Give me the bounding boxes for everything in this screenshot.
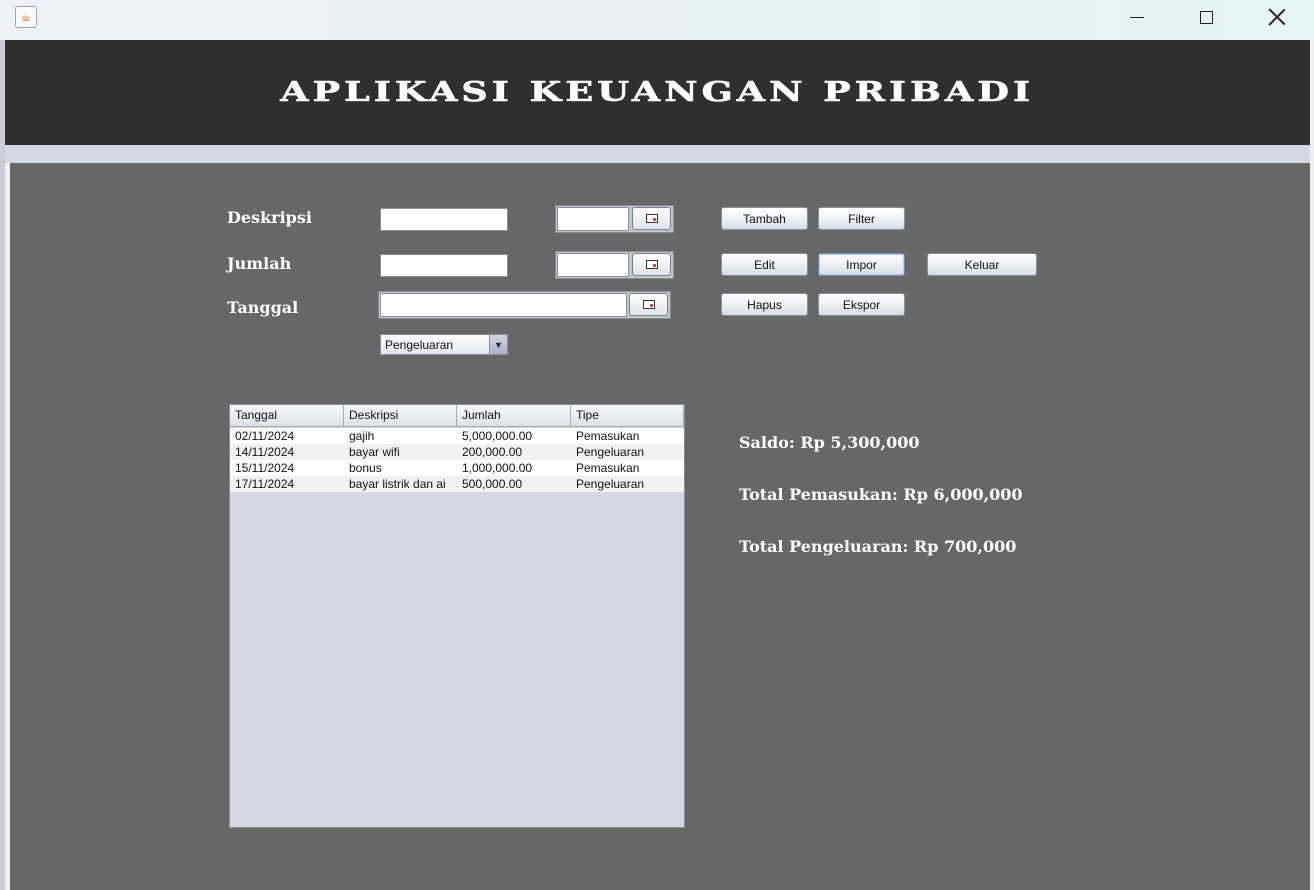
tanggal-date-picker [378, 291, 671, 319]
window-titlebar: ☕ [0, 0, 1314, 40]
window-left-border [0, 40, 5, 890]
cell-tanggal: 02/11/2024 [235, 429, 295, 443]
app-header: APLIKASI KEUANGAN PRIBADI [5, 40, 1310, 145]
cell-jumlah: 200,000.00 [462, 445, 523, 459]
close-icon [1269, 9, 1285, 25]
maximize-icon [1199, 10, 1213, 24]
cell-tipe: Pengeluaran [576, 477, 645, 491]
java-cup-icon[interactable]: ☕ [15, 6, 37, 28]
filter-start-date-button[interactable] [632, 207, 671, 230]
filter-button[interactable]: Filter [818, 207, 905, 230]
deskripsi-label: Deskripsi [227, 208, 312, 227]
jumlah-label: Jumlah [227, 254, 292, 273]
filter-end-date-input[interactable] [557, 253, 629, 277]
column-header-tipe[interactable]: Tipe [571, 405, 684, 427]
edit-button[interactable]: Edit [721, 253, 808, 276]
total-pemasukan-label: Total Pemasukan: Rp 6,000,000 [739, 485, 1023, 504]
header-divider-strip [5, 145, 1310, 163]
total-pengeluaran-label: Total Pengeluaran: Rp 700,000 [739, 537, 1017, 556]
impor-button[interactable]: Impor [818, 253, 905, 276]
filter-end-date-button[interactable] [632, 253, 671, 276]
ekspor-button[interactable]: Ekspor [818, 293, 905, 316]
jumlah-input[interactable] [380, 254, 508, 277]
cell-tipe: Pemasukan [576, 429, 640, 443]
close-button[interactable] [1254, 0, 1300, 34]
cell-deskripsi: bonus [349, 461, 382, 475]
cell-tipe: Pemasukan [576, 461, 640, 475]
table-row[interactable]: 14/11/2024 bayar wifi 200,000.00 Pengelu… [230, 444, 684, 460]
maximize-button[interactable] [1183, 0, 1229, 34]
cell-deskripsi: bayar wifi [349, 445, 400, 459]
tambah-button[interactable]: Tambah [721, 207, 808, 230]
app-title: APLIKASI KEUANGAN PRIBADI [280, 77, 1035, 109]
table-row[interactable]: 17/11/2024 bayar listrik dan ai 500,000.… [230, 476, 684, 492]
cell-tanggal: 14/11/2024 [235, 445, 295, 459]
cell-jumlah: 5,000,000.00 [462, 429, 533, 443]
table-body: 02/11/2024 gajih 5,000,000.00 Pemasukan … [230, 428, 684, 492]
keluar-button[interactable]: Keluar [927, 253, 1037, 276]
cell-tanggal: 15/11/2024 [235, 461, 295, 475]
minimize-button[interactable] [1114, 0, 1160, 34]
cell-tipe: Pengeluaran [576, 445, 645, 459]
transactions-table[interactable]: Tanggal Deskripsi Jumlah Tipe 02/11/2024… [229, 404, 685, 828]
calendar-icon [645, 260, 658, 269]
minimize-icon [1130, 16, 1144, 18]
tanggal-input[interactable] [380, 293, 627, 317]
cell-deskripsi: bayar listrik dan ai [349, 477, 446, 491]
cell-tanggal: 17/11/2024 [235, 477, 295, 491]
cell-jumlah: 1,000,000.00 [462, 461, 533, 475]
table-header: Tanggal Deskripsi Jumlah Tipe [230, 405, 684, 427]
saldo-label: Saldo: Rp 5,300,000 [739, 433, 920, 452]
filter-end-date-picker [555, 251, 674, 279]
cell-deskripsi: gajih [349, 429, 375, 443]
filter-start-date-input[interactable] [557, 207, 629, 231]
column-header-jumlah[interactable]: Jumlah [457, 405, 571, 427]
tipe-select-value: Pengeluaran [385, 338, 454, 352]
filter-start-date-picker [555, 205, 674, 233]
column-header-deskripsi[interactable]: Deskripsi [344, 405, 457, 427]
tanggal-label: Tanggal [227, 298, 299, 317]
deskripsi-input[interactable] [380, 208, 508, 231]
table-row[interactable]: 15/11/2024 bonus 1,000,000.00 Pemasukan [230, 460, 684, 476]
tipe-select[interactable]: Pengeluaran ▼ [380, 334, 508, 355]
column-header-tanggal[interactable]: Tanggal [230, 405, 344, 427]
table-row[interactable]: 02/11/2024 gajih 5,000,000.00 Pemasukan [230, 428, 684, 444]
calendar-icon [642, 300, 655, 309]
calendar-icon [645, 214, 658, 223]
hapus-button[interactable]: Hapus [721, 293, 808, 316]
cell-jumlah: 500,000.00 [462, 477, 523, 491]
tanggal-date-button[interactable] [629, 293, 668, 316]
chevron-down-icon[interactable]: ▼ [489, 335, 507, 354]
